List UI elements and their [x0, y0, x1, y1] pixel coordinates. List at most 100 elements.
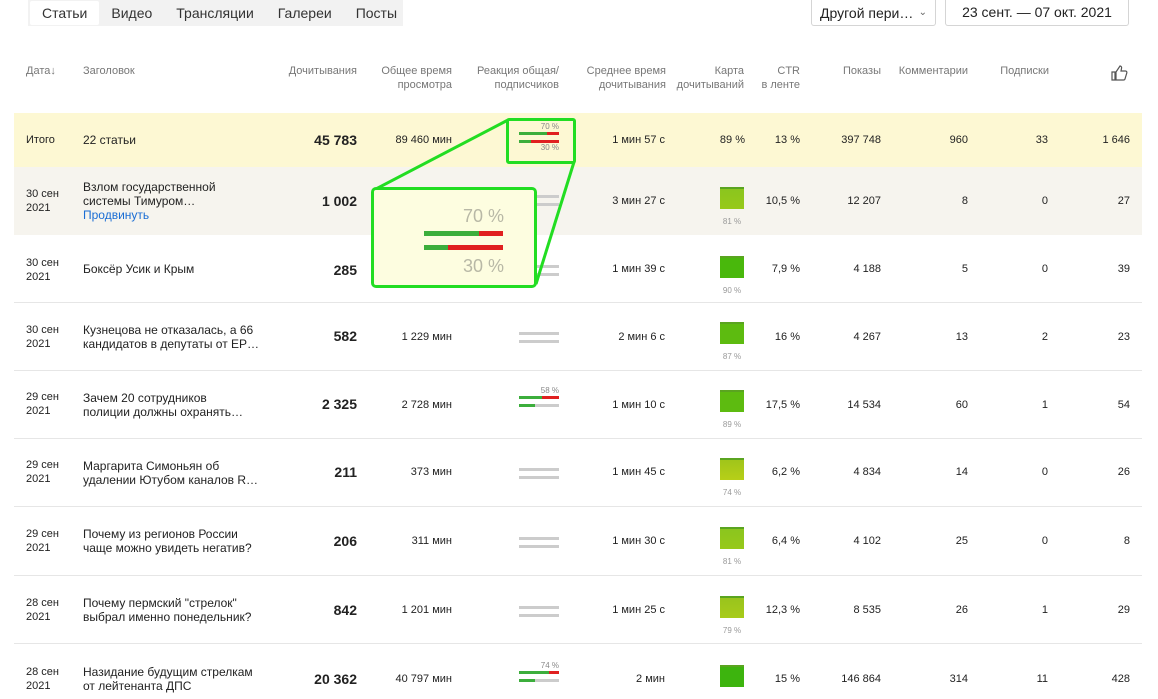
row-date: 29 сен 2021: [26, 390, 59, 418]
row-comments: 60: [955, 399, 968, 411]
row-ctr: 15 %: [774, 673, 800, 685]
row-reaction-empty: [519, 468, 559, 479]
row-time: 373 мин: [410, 466, 452, 478]
row-time: 1 229 мин: [401, 331, 452, 343]
row-reads: 582: [333, 328, 357, 344]
likes-icon[interactable]: [1110, 64, 1128, 86]
row-date-year: 2021: [26, 611, 51, 623]
table-row[interactable]: 29 сен 2021 Почему из регионов России чаще…: [14, 507, 1142, 576]
tab-broadcasts[interactable]: Трансляции: [164, 1, 265, 25]
total-subs: 33: [1035, 134, 1048, 146]
row-title-line2: кандидатов в депутаты от ЕР…: [83, 337, 260, 351]
table-row[interactable]: 28 сен 2021 Назидание будущим стрелкам от …: [14, 644, 1142, 699]
row-ctr: 16 %: [774, 331, 800, 343]
row-comments: 8: [961, 195, 968, 207]
header-reads[interactable]: Дочитывания: [260, 64, 357, 78]
row-title-line2: системы Тимуром…: [83, 194, 196, 208]
header-date[interactable]: Дата↓: [26, 64, 56, 78]
header-title[interactable]: Заголовок: [83, 64, 135, 78]
row-map: [720, 458, 744, 480]
row-avg: 1 мин 39 с: [612, 263, 665, 275]
row-title[interactable]: Почему из регионов России чаще можно увид…: [83, 527, 263, 555]
total-comments: 960: [949, 134, 968, 146]
row-date: 29 сен 2021: [26, 527, 59, 555]
tab-galleries[interactable]: Галереи: [266, 1, 344, 25]
header-shows[interactable]: Показы: [820, 64, 881, 78]
row-date-day: 29 сен: [26, 528, 59, 540]
row-date-year: 2021: [26, 271, 51, 283]
promote-link[interactable]: Продвинуть: [83, 208, 263, 222]
header-map[interactable]: Карта дочитываний: [660, 64, 744, 92]
row-title-line2: выбрал именно понедельник?: [83, 610, 252, 624]
tab-posts[interactable]: Посты: [344, 1, 409, 25]
table-row[interactable]: 29 сен 2021 Зачем 20 сотрудников полиции д…: [14, 371, 1142, 439]
row-map-pct: 81 %: [722, 217, 742, 226]
row-likes: 27: [1117, 195, 1130, 207]
row-title-line1: Кузнецова не отказалась, а 66: [83, 323, 254, 337]
row-comments: 14: [955, 466, 968, 478]
row-shows: 8 535: [853, 604, 881, 616]
row-comments: 13: [955, 331, 968, 343]
row-comments: 26: [955, 604, 968, 616]
row-likes: 8: [1123, 535, 1130, 547]
zoom-subs-bar: [424, 245, 503, 250]
row-date-day: 28 сен: [26, 666, 59, 678]
period-select[interactable]: Другой пери… ⌄: [811, 0, 936, 26]
reaction-subs-bar: [519, 679, 559, 682]
row-likes: 23: [1117, 331, 1130, 343]
row-reads: 842: [333, 602, 357, 618]
header-avg-time[interactable]: Среднее время дочитывания: [570, 64, 666, 92]
date-range-picker[interactable]: 23 сент. — 07 окт. 2021: [945, 0, 1129, 26]
row-title-line1: Назидание будущим стрелкам: [83, 665, 253, 679]
row-title[interactable]: Взлом государственной системы Тимуром… Про…: [83, 180, 263, 222]
row-title-line1: Взлом государственной: [83, 180, 216, 194]
row-title[interactable]: Боксёр Усик и Крым: [83, 262, 263, 276]
tab-video[interactable]: Видео: [99, 1, 164, 25]
row-map: [720, 596, 744, 618]
zoom-reaction-bar: [424, 231, 503, 236]
table-row[interactable]: 29 сен 2021 Маргарита Симоньян об удалении…: [14, 439, 1142, 507]
row-avg: 1 мин 30 с: [612, 535, 665, 547]
row-likes: 29: [1117, 604, 1130, 616]
row-likes: 54: [1117, 399, 1130, 411]
row-title[interactable]: Маргарита Симоньян об удалении Ютубом кан…: [83, 459, 263, 487]
row-title[interactable]: Кузнецова не отказалась, а 66 кандидатов …: [83, 323, 263, 351]
table-row[interactable]: 30 сен 2021 Кузнецова не отказалась, а 66…: [14, 303, 1142, 371]
row-title-line1: Почему из регионов России: [83, 527, 238, 541]
header-date-label: Дата: [26, 65, 51, 77]
reaction-bar: [519, 671, 559, 674]
row-ctr: 6,4 %: [771, 535, 800, 547]
row-date-day: 30 сен: [26, 188, 59, 200]
row-date: 30 сен 2021: [26, 323, 59, 351]
row-subs: 2: [1041, 331, 1048, 343]
header-map-line1: Карта: [714, 65, 744, 77]
header-ctr[interactable]: CTR в ленте: [750, 64, 800, 92]
row-reaction: 74 %: [519, 661, 559, 682]
row-title[interactable]: Почему пермский "стрелок" выбрал именно п…: [83, 596, 263, 624]
row-title[interactable]: Назидание будущим стрелкам от лейтенанта …: [83, 665, 263, 693]
row-date-year: 2021: [26, 473, 51, 485]
header-subs[interactable]: Подписки: [980, 64, 1049, 78]
header-reaction[interactable]: Реакция общая/ подписчиков: [458, 64, 559, 92]
table-row[interactable]: 28 сен 2021 Почему пермский "стрелок" выбр…: [14, 576, 1142, 644]
header-ctr-line1: CTR: [777, 65, 800, 77]
row-reaction: 58 %: [519, 386, 559, 407]
tab-articles[interactable]: Статьи: [30, 1, 100, 25]
header-comments[interactable]: Комментарии: [886, 64, 968, 78]
row-ctr: 7,9 %: [771, 263, 800, 275]
total-time: 89 460 мин: [395, 134, 452, 146]
row-map: [720, 527, 744, 549]
totals-row: Итого 22 статьи 45 783 89 460 мин 70 % 3…: [14, 113, 1142, 167]
row-avg: 3 мин 27 с: [612, 195, 665, 207]
row-shows: 4 267: [853, 331, 881, 343]
table-row[interactable]: 30 сен 2021 Взлом государственной системы …: [14, 167, 1142, 235]
header-avg-time-line2: дочитывания: [598, 79, 666, 91]
row-likes: 428: [1111, 673, 1130, 685]
row-shows: 146 864: [841, 673, 881, 685]
zoom-source-highlight: [506, 118, 576, 164]
row-reaction-empty: [519, 537, 559, 548]
header-total-time[interactable]: Общее время просмотра: [362, 64, 452, 92]
row-title[interactable]: Зачем 20 сотрудников полиции должны охран…: [83, 391, 263, 419]
content-type-tabs: Статьи Видео Трансляции Галереи Посты: [28, 0, 403, 26]
table-row[interactable]: 30 сен 2021 Боксёр Усик и Крым 285 1 мин …: [14, 235, 1142, 303]
